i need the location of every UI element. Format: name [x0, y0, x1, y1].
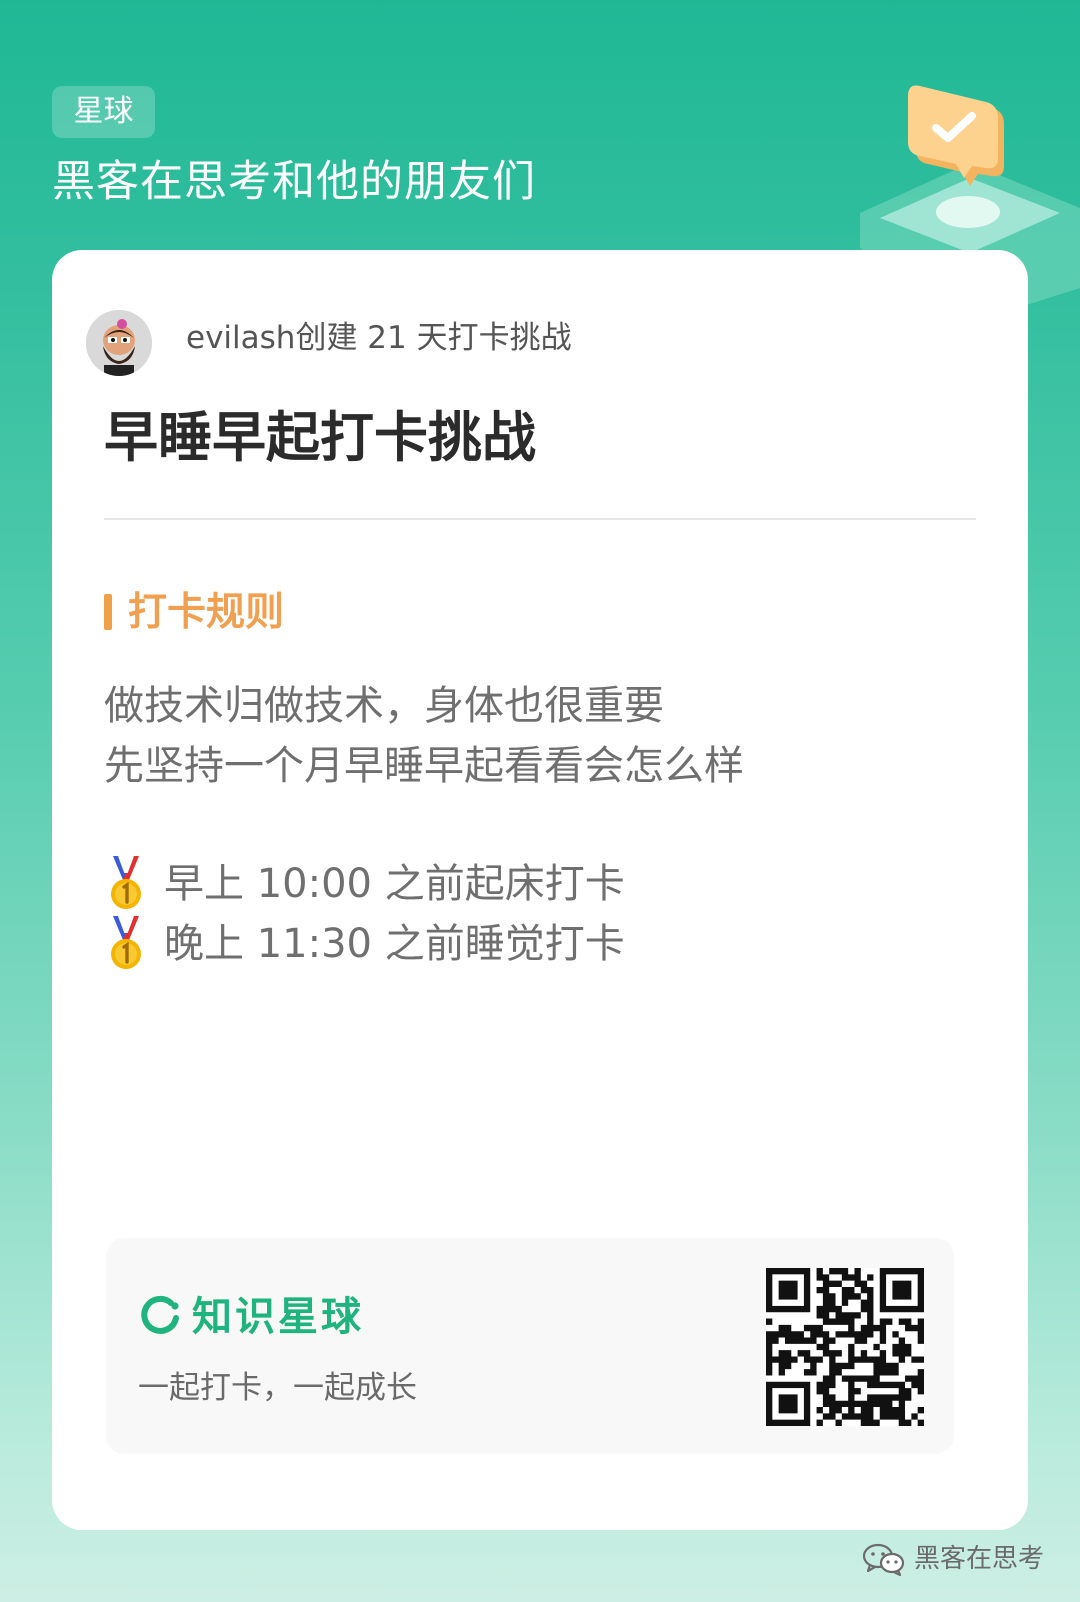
rule-item: 晚上 11:30 之前睡觉打卡 [104, 914, 984, 974]
avatar-image [86, 310, 152, 376]
creator-avatar[interactable] [86, 310, 152, 376]
qr-finder [766, 1381, 811, 1426]
rule-item: 早上 10:00 之前起床打卡 [104, 854, 984, 914]
zsxq-logo-icon [141, 1295, 179, 1334]
watermark-text: 黑客在思考 [914, 1544, 1045, 1574]
first-place-medal-icon [111, 855, 141, 909]
creator-text: evilash创建 21 天打卡挑战 [186, 320, 572, 356]
rules-body: 做技术归做技术，身体也很重要 先坚持一个月早睡早起看看会怎么样 早上 10:00… [104, 676, 984, 974]
rule-item-text: 晚上 11:30 之前睡觉打卡 [164, 921, 625, 967]
planet-tag: 星球 [52, 86, 155, 138]
brand-slogan: 一起打卡，一起成长 [138, 1370, 417, 1406]
first-place-medal-icon [111, 915, 141, 969]
wechat-watermark: 黑客在思考 [862, 1536, 1044, 1582]
brand-name: 知识星球 [192, 1294, 364, 1340]
rules-line: 做技术归做技术，身体也很重要 [104, 683, 664, 729]
divider [104, 518, 976, 520]
rules-heading: 打卡规则 [128, 590, 285, 635]
section-accent-bar [104, 594, 112, 630]
rules-line: 先坚持一个月早睡早起看看会怎么样 [104, 743, 744, 789]
wechat-icon [862, 1543, 905, 1576]
qr-finder [879, 1268, 924, 1313]
brand-footer: 知识星球 一起打卡，一起成长 [106, 1238, 954, 1454]
rule-item-text: 早上 10:00 之前起床打卡 [164, 861, 625, 907]
planet-name: 黑客在思考和他的朋友们 [52, 157, 536, 207]
challenge-title: 早睡早起打卡挑战 [104, 406, 536, 469]
qr-code[interactable] [766, 1268, 924, 1426]
qr-finder [766, 1268, 811, 1313]
challenge-card: evilash创建 21 天打卡挑战 早睡早起打卡挑战 打卡规则 做技术归做技术… [52, 250, 1028, 1530]
